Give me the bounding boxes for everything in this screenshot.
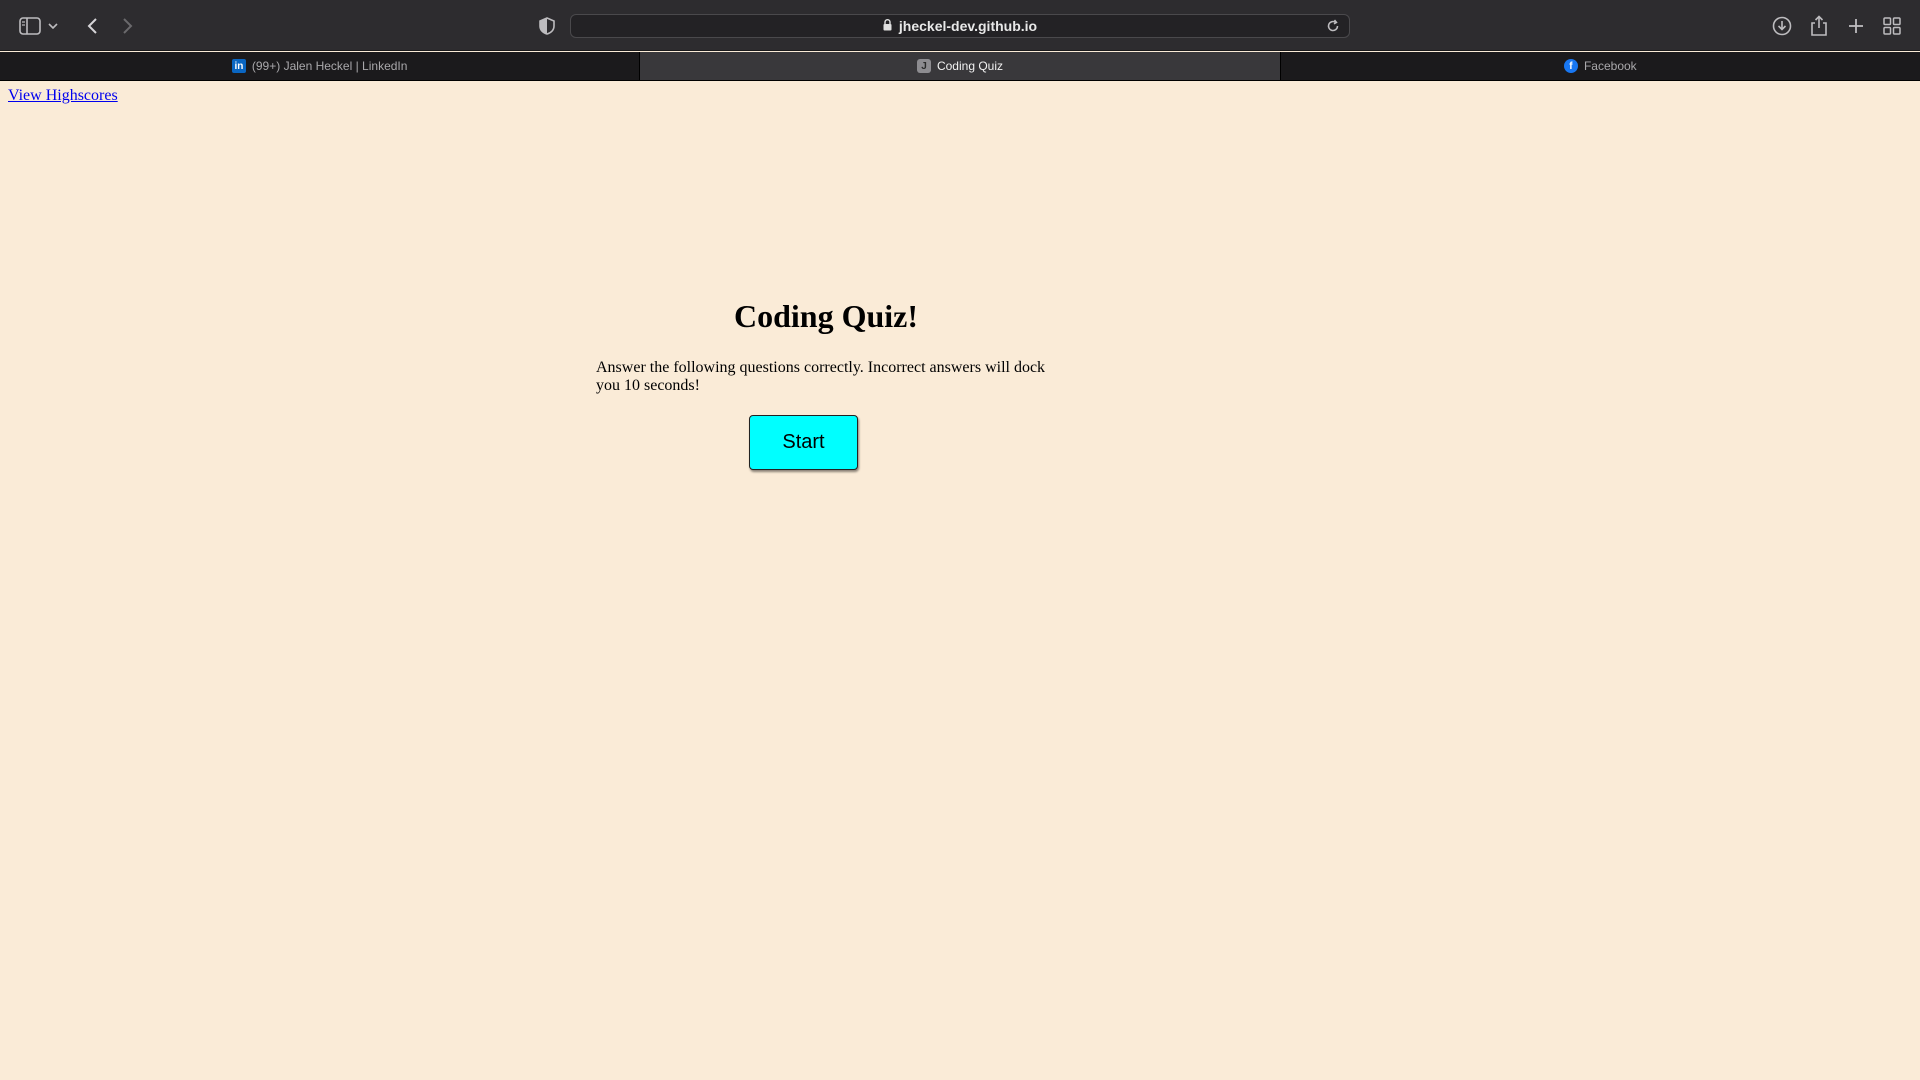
- tab-linkedin[interactable]: in (99+) Jalen Heckel | LinkedIn: [0, 52, 641, 80]
- tab-overview-icon[interactable]: [1878, 12, 1906, 40]
- facebook-icon: f: [1563, 59, 1578, 73]
- j-favicon: J: [916, 59, 931, 73]
- tab-label: Facebook: [1583, 59, 1637, 73]
- tab-label: (99+) Jalen Heckel | LinkedIn: [251, 59, 408, 73]
- shield-icon[interactable]: [533, 12, 561, 40]
- back-icon[interactable]: [78, 12, 106, 40]
- chevron-down-icon[interactable]: [46, 12, 60, 40]
- reload-icon[interactable]: [1326, 19, 1340, 36]
- url-text: jheckel-dev.github.io: [898, 18, 1038, 34]
- view-highscores-link[interactable]: View Highscores: [8, 87, 118, 105]
- quiz-description: Answer the following questions correctly…: [596, 359, 1046, 394]
- page-title: Coding Quiz!: [733, 298, 919, 334]
- linkedin-icon: in: [231, 59, 246, 73]
- browser-toolbar: jheckel-dev.github.io: [0, 0, 1920, 51]
- plus-icon[interactable]: [1842, 12, 1870, 40]
- tab-coding-quiz[interactable]: J Coding Quiz: [640, 52, 1281, 80]
- share-icon[interactable]: [1805, 12, 1833, 40]
- tab-strip: in (99+) Jalen Heckel | LinkedIn J Codin…: [0, 52, 1920, 81]
- sidebar-icon[interactable]: [16, 12, 44, 40]
- start-button[interactable]: Start: [749, 415, 858, 470]
- lock-icon: [883, 18, 892, 34]
- tab-facebook[interactable]: f Facebook: [1281, 52, 1920, 80]
- download-icon[interactable]: [1768, 12, 1796, 40]
- address-bar[interactable]: jheckel-dev.github.io: [570, 14, 1350, 38]
- forward-icon[interactable]: [114, 12, 142, 40]
- tab-label: Coding Quiz: [936, 59, 1004, 73]
